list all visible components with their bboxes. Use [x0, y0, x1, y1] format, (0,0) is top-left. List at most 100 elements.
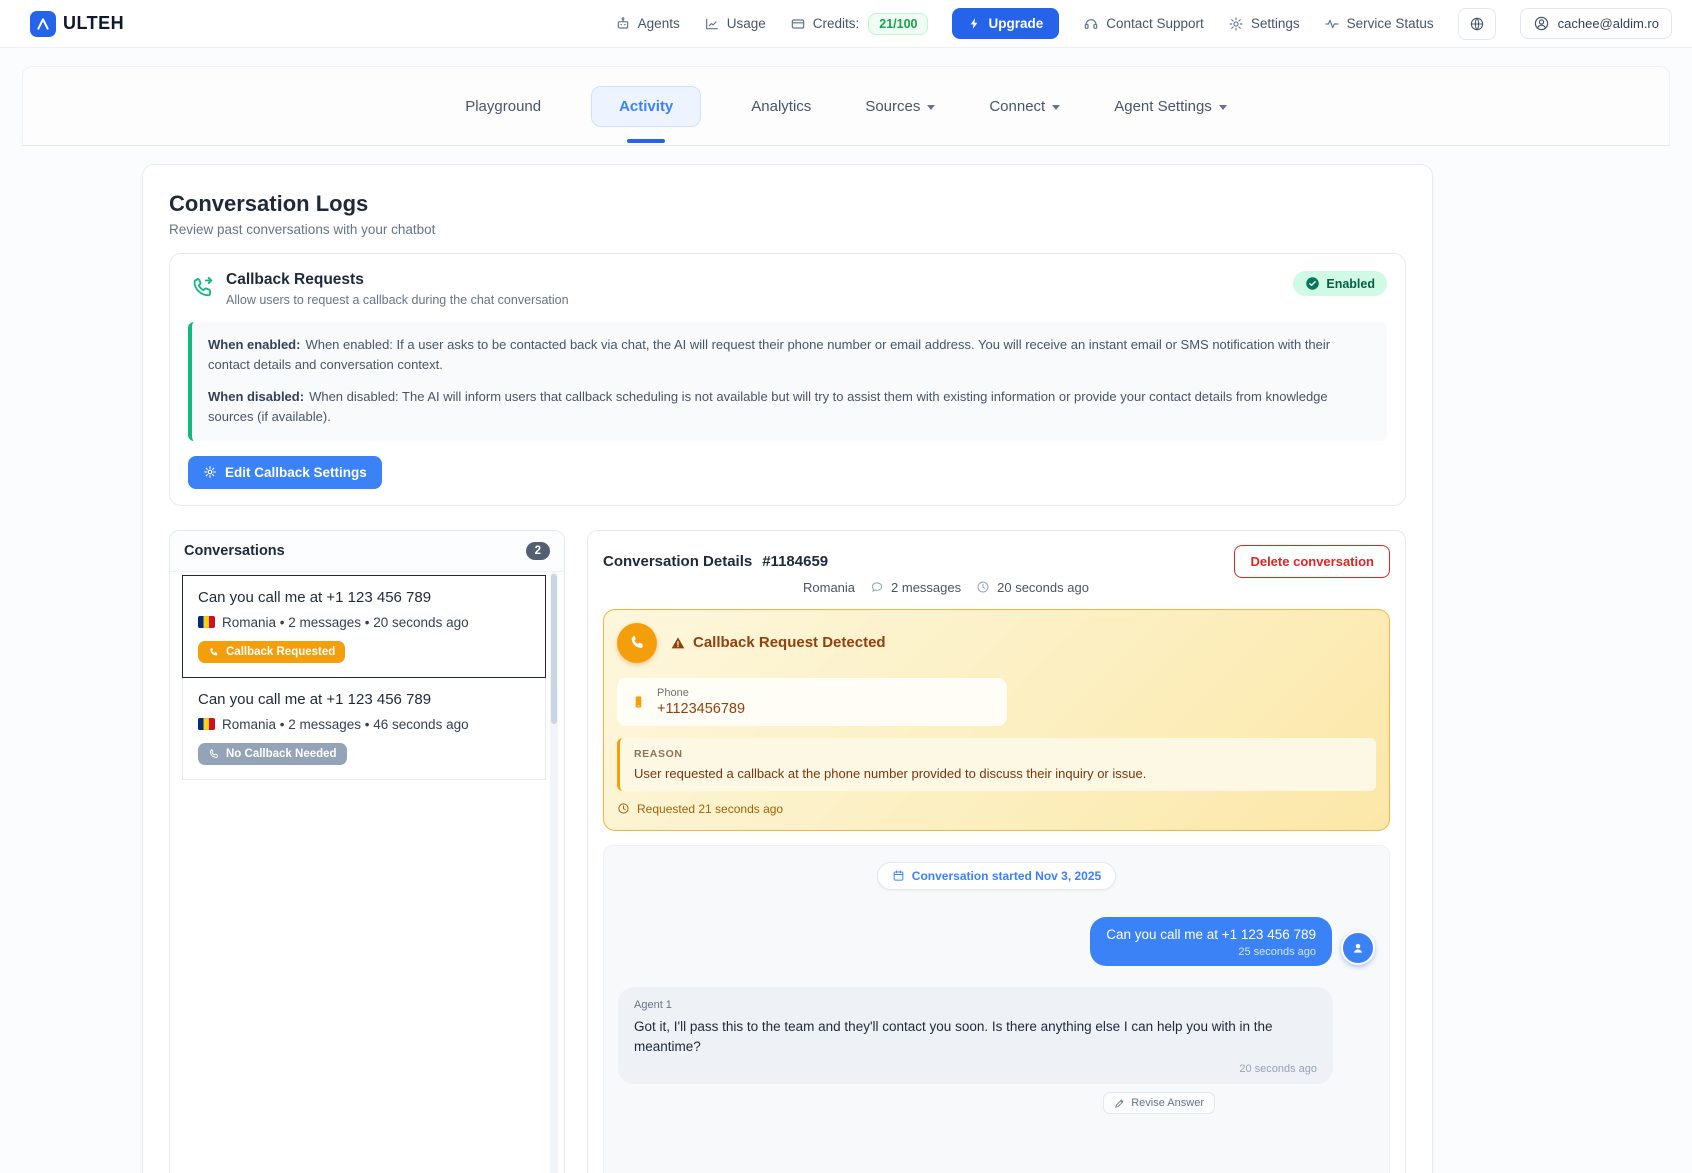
edit-callback-settings-label: Edit Callback Settings	[225, 465, 367, 480]
nav-contact-support[interactable]: Contact Support	[1083, 16, 1204, 32]
revise-answer-label: Revise Answer	[1131, 1097, 1204, 1109]
status-badge-label: Enabled	[1326, 277, 1375, 291]
when-disabled-text: When disabled: The AI will inform users …	[208, 389, 1328, 424]
reason-label: REASON	[634, 748, 1362, 760]
tab-sources-label: Sources	[865, 98, 920, 115]
when-enabled-paragraph: When enabled:When enabled: If a user ask…	[208, 335, 1371, 375]
tab-sources[interactable]: Sources	[861, 87, 939, 126]
details-meta-row: Romania 2 messages 20 seconds ago	[803, 580, 1390, 595]
no-callback-badge: No Callback Needed	[198, 743, 347, 765]
when-disabled-label: When disabled:	[208, 389, 304, 404]
user-message-text: Can you call me at +1 123 456 789	[1106, 927, 1316, 942]
scrollbar[interactable]	[550, 572, 558, 1173]
details-title: Conversation Details	[603, 553, 752, 570]
tab-agent-settings[interactable]: Agent Settings	[1110, 87, 1231, 126]
top-navbar: ULTEH Agents Usage Credits: 21/100 Upgra…	[0, 0, 1692, 48]
conversation-preview: Can you call me at +1 123 456 789	[198, 589, 530, 606]
nav-settings-label: Settings	[1251, 16, 1300, 31]
conversation-logs-card: Conversation Logs Review past conversati…	[142, 164, 1433, 1173]
nav-service-status[interactable]: Service Status	[1324, 16, 1434, 32]
upgrade-label: Upgrade	[988, 16, 1043, 31]
account-menu[interactable]: cachee@aldim.ro	[1520, 8, 1672, 39]
nav-agents[interactable]: Agents	[615, 16, 680, 32]
gear-icon	[1228, 16, 1244, 32]
details-country: Romania	[803, 580, 855, 595]
callback-requested-badge: Callback Requested	[198, 641, 345, 663]
scrollbar-thumb[interactable]	[551, 574, 557, 724]
callback-detected-card: Callback Request Detected Phone +1123456…	[603, 609, 1390, 831]
romania-flag-icon	[198, 616, 215, 628]
mobile-phone-icon	[631, 693, 646, 711]
page-title: Conversation Logs	[169, 191, 1406, 217]
pulse-icon	[1324, 16, 1340, 32]
callback-detected-title: Callback Request Detected	[693, 634, 886, 651]
callback-requests-card: Callback Requests Allow users to request…	[169, 253, 1406, 506]
warning-icon	[670, 635, 686, 651]
account-email: cachee@aldim.ro	[1558, 16, 1659, 31]
clock-icon	[617, 802, 630, 815]
conversation-list-item[interactable]: Can you call me at +1 123 456 789 Romani…	[182, 575, 546, 678]
when-enabled-label: When enabled:	[208, 337, 300, 352]
when-enabled-text: When enabled: If a user asks to be conta…	[208, 337, 1330, 372]
nav-settings[interactable]: Settings	[1228, 16, 1300, 32]
calendar-icon	[892, 869, 905, 882]
reason-box: REASON User requested a callback at the …	[617, 738, 1376, 791]
conversation-details-panel: Conversation Details #1184659 Delete con…	[587, 530, 1406, 1173]
phone-circle-icon	[617, 623, 657, 663]
credits-badge: 21/100	[868, 13, 928, 35]
nav-contact-support-label: Contact Support	[1106, 16, 1204, 31]
conversation-id: #1184659	[762, 553, 828, 570]
user-message-bubble: Can you call me at +1 123 456 789 25 sec…	[1090, 917, 1332, 966]
conversation-meta: Romania • 2 messages • 46 seconds ago	[222, 717, 469, 732]
phone-icon	[208, 646, 220, 658]
agent-message-time: 20 seconds ago	[634, 1063, 1317, 1075]
callback-requests-title: Callback Requests	[226, 271, 569, 289]
tab-activity[interactable]: Activity	[591, 86, 701, 127]
requested-time-label: Requested 21 seconds ago	[637, 802, 783, 816]
gear-icon	[203, 465, 217, 479]
conversation-started-label: Conversation started Nov 3, 2025	[912, 869, 1101, 883]
nav-agents-label: Agents	[638, 16, 680, 31]
edit-callback-settings-button[interactable]: Edit Callback Settings	[188, 456, 382, 489]
tab-connect[interactable]: Connect	[985, 87, 1064, 126]
phone-label: Phone	[657, 687, 745, 699]
details-time: 20 seconds ago	[997, 580, 1089, 595]
nav-credits-label: Credits:	[813, 16, 860, 31]
brand-logo-icon	[30, 11, 56, 37]
lightning-icon	[968, 17, 981, 30]
pencil-icon	[1114, 1098, 1125, 1109]
nav-usage[interactable]: Usage	[704, 16, 766, 32]
agent-message-bubble: Agent 1 Got it, I'll pass this to the te…	[618, 987, 1333, 1085]
details-messages: 2 messages	[891, 580, 961, 595]
check-circle-icon	[1305, 276, 1320, 291]
conversation-list-item[interactable]: Can you call me at +1 123 456 789 Romani…	[182, 677, 546, 780]
nav-usage-label: Usage	[727, 16, 766, 31]
reason-text: User requested a callback at the phone n…	[634, 766, 1362, 781]
brand-logo[interactable]: ULTEH	[30, 11, 124, 37]
language-globe-button[interactable]	[1458, 8, 1496, 40]
conversations-list: Can you call me at +1 123 456 789 Romani…	[170, 572, 564, 1173]
romania-flag-icon	[198, 718, 215, 730]
delete-conversation-button[interactable]: Delete conversation	[1234, 545, 1390, 578]
nav-credits[interactable]: Credits: 21/100	[790, 13, 929, 35]
status-badge: Enabled	[1293, 271, 1387, 296]
revise-answer-button[interactable]: Revise Answer	[1103, 1092, 1215, 1114]
conversations-title: Conversations	[184, 543, 285, 559]
tab-analytics[interactable]: Analytics	[747, 87, 815, 126]
globe-icon	[1469, 16, 1485, 32]
user-circle-icon	[1533, 15, 1550, 32]
chevron-down-icon	[1052, 105, 1060, 110]
brand-name: ULTEH	[63, 13, 124, 34]
requested-time-row: Requested 21 seconds ago	[617, 802, 1376, 816]
tab-playground[interactable]: Playground	[461, 87, 545, 126]
navbar-menu: Agents Usage Credits: 21/100 Upgrade Con…	[615, 8, 1672, 40]
credit-card-icon	[790, 16, 806, 32]
user-avatar	[1341, 931, 1375, 965]
upgrade-button[interactable]: Upgrade	[952, 8, 1059, 39]
chat-bubble-icon	[870, 580, 884, 594]
agent-tabstrip: Playground Activity Analytics Sources Co…	[22, 66, 1670, 146]
chat-transcript: Conversation started Nov 3, 2025 Can you…	[603, 845, 1390, 1173]
tab-agent-settings-label: Agent Settings	[1114, 98, 1212, 115]
agent-message-text: Got it, I'll pass this to the team and t…	[634, 1017, 1317, 1059]
phone-icon	[208, 748, 220, 760]
